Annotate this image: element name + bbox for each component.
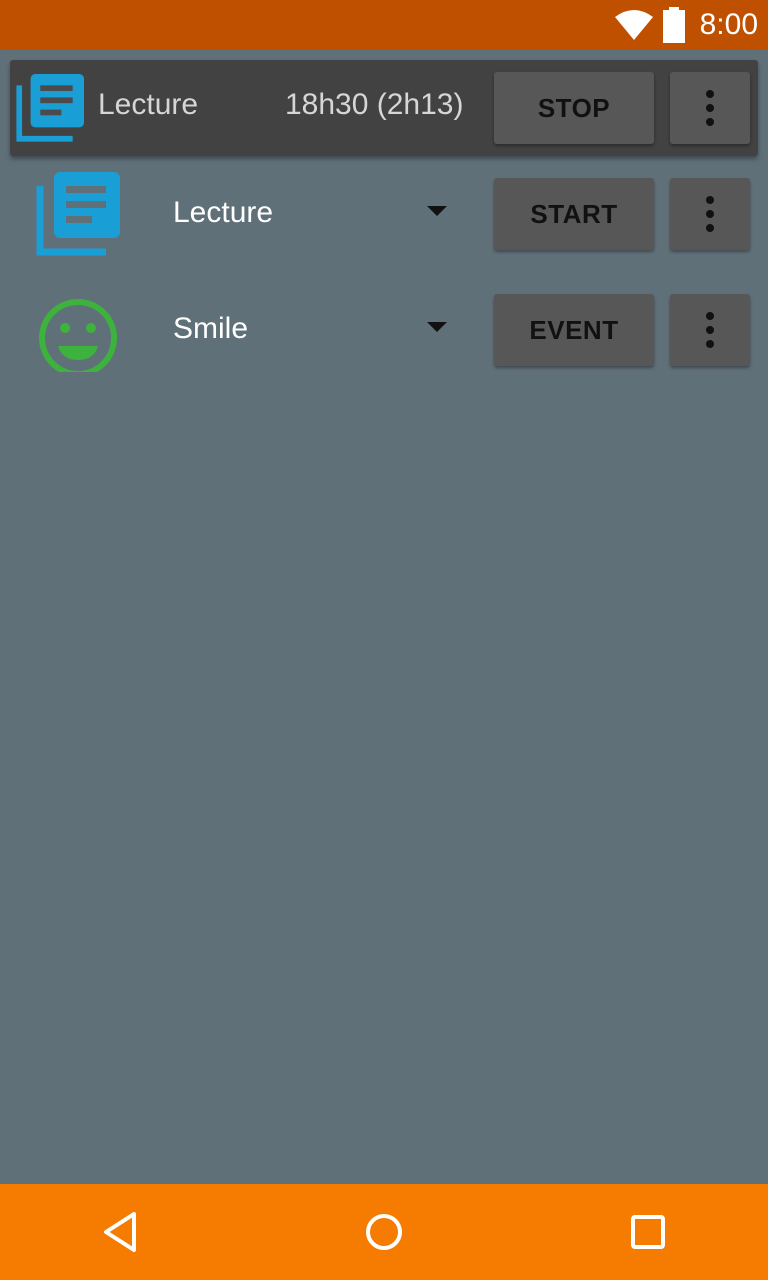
start-button[interactable]: START [494,178,654,250]
recents-icon[interactable] [624,1208,672,1256]
event-button[interactable]: EVENT [494,294,654,366]
list-item-label: Smile [173,312,249,345]
active-activity-time: 18h30 (2h13) [285,88,464,121]
caret-down-icon[interactable] [427,206,447,216]
home-icon[interactable] [360,1208,408,1256]
more-vert-icon [706,196,714,232]
active-activity-card: Lecture 18h30 (2h13) STOP [10,60,758,156]
back-icon[interactable] [96,1208,144,1256]
battery-icon [662,7,686,43]
list-item-label: Lecture [173,196,274,229]
smile-more-button[interactable] [670,294,750,366]
smiley-icon [36,288,120,377]
more-vert-icon [706,90,714,126]
caret-down-icon[interactable] [427,322,447,332]
lecture-more-button[interactable] [670,178,750,250]
status-time: 8:00 [699,8,758,41]
document-stack-icon [36,172,120,256]
stop-button[interactable]: STOP [494,72,654,144]
status-bar: 8:00 [0,0,768,50]
list-item-lecture: Lecture START [0,164,768,264]
active-activity-name: Lecture [98,88,199,121]
document-stack-icon [16,74,85,142]
wifi-icon [614,9,654,41]
more-vert-icon [706,312,714,348]
list-item-smile: Smile EVENT [0,280,768,380]
navigation-bar [0,1184,768,1280]
active-more-button[interactable] [670,72,750,144]
